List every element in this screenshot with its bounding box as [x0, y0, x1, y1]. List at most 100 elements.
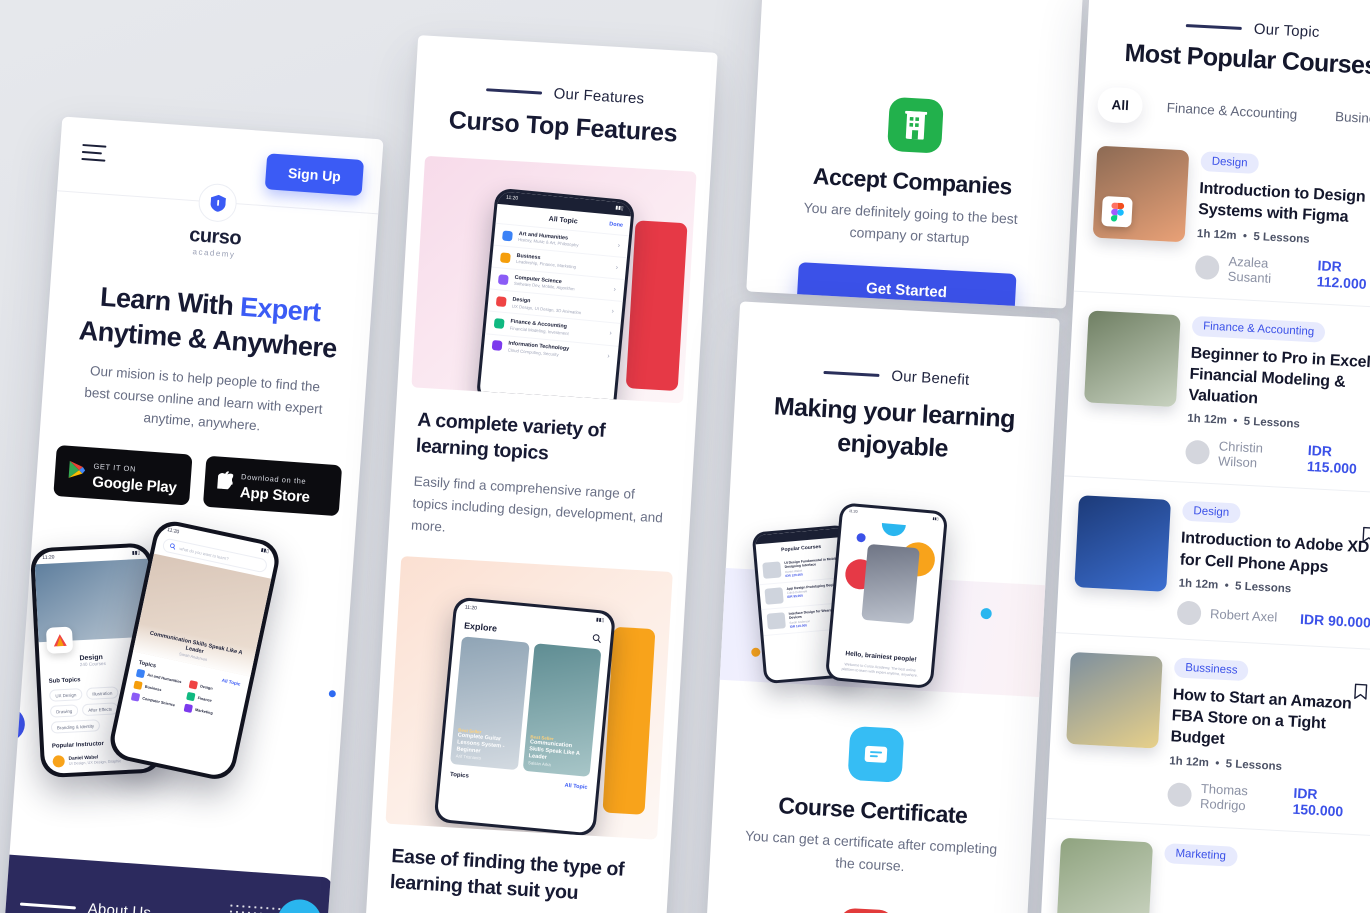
avatar — [1184, 439, 1211, 466]
features-title: Curso Top Features — [447, 106, 679, 148]
course-details: Bussiness How to Start an Amazon FBA Sto… — [1166, 657, 1369, 820]
course-meta: 1h 12m • 5 Lessons — [1197, 227, 1370, 249]
topic-icon — [495, 296, 507, 307]
subtopic-chip[interactable]: Branding & Identity — [50, 719, 101, 734]
course-footer: Christin Wilson IDR 115.000 — [1184, 436, 1370, 478]
explore-time: 11:20 — [464, 604, 478, 612]
feature-1-body: Easily find a comprehensive range of top… — [410, 474, 664, 535]
building-icon — [887, 96, 944, 154]
welcome-statusbar: 11:20 ▮▮▯ — [848, 509, 939, 522]
hamburger-menu-icon[interactable] — [81, 143, 107, 162]
course-details: Finance & Accounting Beginner to Pro in … — [1184, 315, 1370, 478]
accept-companies-panel: Accept Companies You are definitely goin… — [746, 0, 1084, 309]
bookmark-icon[interactable] — [1362, 526, 1370, 549]
all-topic-screen: 11:20 ▮▮▯ All Topic Done Art and Humaniti… — [478, 190, 633, 404]
phone-front-all-topic-link[interactable]: All Topic — [221, 678, 241, 688]
explore-screen: 11:20 ▮▮▯ Explore Best Seller Complete Gu… — [436, 599, 613, 834]
filter-chip-all[interactable]: All — [1096, 86, 1144, 124]
meta-separator: • — [1239, 229, 1254, 243]
app-store-button[interactable]: Download on the App Store — [202, 455, 343, 517]
about-us-block: About Us What is a Curso? — [0, 853, 333, 913]
hero-phone-mockups: 11:20▮▮▯ Design 240 Courses Sub Topics — [0, 509, 378, 831]
course-lessons: 5 Lessons — [1253, 230, 1310, 246]
benefit-header: Our Benefit Making your learning enjoyab… — [732, 301, 1060, 471]
hero-screen-panel: Sign Up curso academy Learn With Expert … — [0, 116, 384, 913]
search-icon[interactable] — [592, 633, 602, 643]
sign-up-button[interactable]: Sign Up — [264, 153, 365, 197]
course-tag: Design — [1181, 500, 1241, 524]
get-started-button[interactable]: Get Started — [796, 262, 1017, 309]
explore-all-topic-link[interactable]: All Topic — [564, 783, 587, 791]
decor-blob-blue — [856, 532, 866, 543]
google-play-small-label: GET IT ON — [93, 461, 137, 474]
subtopic-chip[interactable]: Drawing — [49, 704, 79, 718]
instructor-row[interactable]: Caleb Dubenski Illustration, Drawing — [53, 769, 151, 775]
meta-separator: • — [1221, 579, 1236, 593]
hero-title: Learn With Expert Anytime & Anywhere — [64, 277, 354, 366]
explore-card[interactable]: Best Seller Communication Skills Speak L… — [522, 643, 602, 778]
hero-header: Sign Up curso academy — [53, 116, 383, 269]
decor-dot-orange — [354, 557, 378, 582]
subtopic-chip[interactable]: Illustration — [85, 686, 119, 701]
course-price: IDR 115.000 — [1306, 442, 1358, 477]
done-button[interactable]: Done — [609, 221, 623, 228]
certificate-block: Course Certificate You can get a certifi… — [706, 691, 1039, 913]
course-name: How to Start an Amazon FBA Store on a Ti… — [1170, 686, 1353, 749]
course-details: Marketing — [1160, 842, 1359, 913]
app-store-small-label: Download on the — [240, 472, 307, 486]
benefit-phone-mockups: Popular Courses UI Design Fundamental in… — [707, 476, 1058, 708]
course-thumb — [764, 587, 784, 605]
apple-icon — [213, 471, 235, 495]
course-author: Robert Axel — [1209, 606, 1278, 626]
phone-front-topics-label: Topics — [138, 660, 157, 670]
google-play-button[interactable]: GET IT ON Google Play — [53, 444, 193, 506]
course-duration: 1h 12m — [1196, 227, 1237, 242]
explore-card-list: Best Seller Complete Guitar Lessons Syst… — [442, 636, 609, 778]
meta-separator: • — [1229, 415, 1244, 428]
app-store-large-label: App Store — [239, 484, 311, 506]
chevron-right-icon: › — [615, 264, 619, 272]
instructor-name: Caleb Dubenski — [69, 773, 105, 775]
eyebrow-rule — [485, 88, 542, 95]
hero-title-accent: Expert — [239, 291, 322, 328]
subtopic-chip[interactable]: UX Design — [49, 688, 83, 702]
course-card[interactable]: Marketing — [1039, 817, 1370, 913]
video-player-icon — [837, 908, 895, 913]
search-icon — [170, 543, 176, 550]
popular-courses-panel: Our Topic Most Popular Courses All Finan… — [1039, 0, 1370, 913]
decor-dot-red — [10, 571, 23, 583]
course-author: Thomas Rodrigo — [1199, 780, 1249, 813]
course-thumbnail — [1084, 309, 1181, 407]
course-card[interactable]: Finance & Accounting Beginner to Pro in … — [1064, 290, 1370, 493]
course-meta: 1h 12m • 5 Lessons — [1187, 413, 1370, 435]
course-footer: Thomas Rodrigo IDR 150.000 — [1166, 778, 1362, 820]
benefit-eyebrow-text: Our Benefit — [890, 367, 970, 389]
feature-block-1: A complete variety of learning topics Ea… — [389, 386, 697, 553]
google-play-icon — [67, 459, 86, 484]
course-card[interactable]: Design Introduction to Design Systems wi… — [1074, 127, 1370, 308]
subtopic-chip[interactable]: After Effects — [81, 702, 119, 717]
chevron-right-icon: › — [606, 352, 610, 360]
course-duration: 1h 12m — [1186, 413, 1228, 428]
app-store-buttons: GET IT ON Google Play Download on the Ap… — [53, 444, 343, 517]
about-eyebrow-text: About Us — [87, 900, 152, 913]
chevron-right-icon: › — [611, 308, 615, 316]
hero-subtitle: Our mision is to help people to find the… — [83, 363, 324, 434]
filter-chip-business[interactable]: Business — [1320, 98, 1370, 137]
all-topic-header-text: All Topic — [548, 215, 578, 226]
brand-tagline: academy — [192, 247, 236, 260]
welcome-screen: 11:20 ▮▮▯ Hello, brainiest people! Welcom… — [828, 505, 945, 686]
course-name: Introduction to Adobe XD for Cell Phone … — [1179, 529, 1370, 576]
course-card[interactable]: Design Introduction to Adobe XD for Cell… — [1055, 475, 1370, 650]
chevron-right-icon: › — [609, 330, 613, 338]
course-card[interactable]: Bussiness How to Start an Amazon FBA Sto… — [1046, 631, 1370, 835]
bookmark-icon[interactable] — [1354, 683, 1368, 706]
explore-card[interactable]: Best Seller Complete Guitar Lessons Syst… — [450, 636, 530, 771]
course-tag: Marketing — [1164, 842, 1238, 867]
eyebrow-rule — [823, 370, 880, 377]
course-tag: Finance & Accounting — [1191, 315, 1326, 343]
course-thumbnail — [1066, 651, 1163, 749]
figma-icon — [1101, 195, 1133, 228]
filter-chip-finance-accounting[interactable]: Finance & Accounting — [1152, 89, 1312, 132]
features-image-2: 11:20 ▮▮▯ Explore Best Seller Complete Gu… — [385, 556, 673, 840]
